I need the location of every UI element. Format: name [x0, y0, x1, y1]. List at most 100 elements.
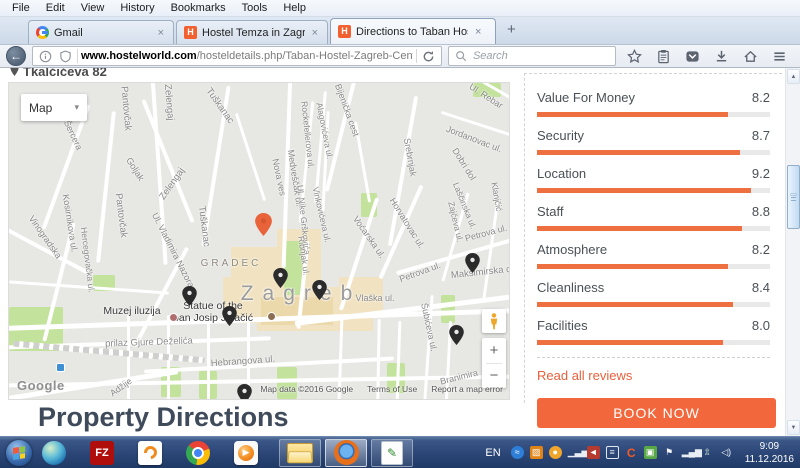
pegman-control[interactable]	[482, 309, 506, 333]
rating-bar-fill	[537, 188, 751, 193]
close-tab-icon[interactable]: ×	[310, 28, 320, 38]
filezilla-app-icon[interactable]: FZ	[87, 439, 117, 467]
rating-bar-track	[537, 188, 770, 193]
tray-warning-icon[interactable]: ▨	[530, 446, 543, 459]
tab-3-active[interactable]: HDirections to Taban Hostel ...×	[330, 18, 496, 44]
rating-header: Staff8.8	[537, 204, 770, 219]
report-map-error-link[interactable]: Report a map error	[431, 384, 503, 394]
explorer-app-icon[interactable]	[279, 439, 321, 467]
scroll-down-arrow[interactable]: ▼	[787, 420, 800, 435]
scrollbar-thumb[interactable]	[787, 165, 800, 229]
place-pin[interactable]	[222, 306, 237, 331]
star-icon[interactable]	[626, 48, 643, 65]
map-pin-icon	[10, 68, 19, 79]
tray-sync-icon[interactable]: ≈	[511, 446, 524, 459]
menu-tools[interactable]: Tools	[234, 1, 276, 15]
rating-value: 8.2	[752, 90, 770, 105]
dashed-divider	[537, 357, 770, 358]
menu-history[interactable]: History	[112, 1, 162, 15]
tray-usb-icon[interactable]: ⇫	[701, 446, 714, 459]
place-pin[interactable]	[449, 325, 464, 350]
menu-help[interactable]: Help	[275, 1, 314, 15]
tray-network-icon[interactable]: ▁▃▅	[568, 446, 581, 459]
tray-green-app-icon[interactable]: ▣	[644, 446, 657, 459]
rating-label: Atmosphere	[537, 242, 607, 257]
download-icon[interactable]	[713, 48, 730, 65]
map-type-control[interactable]: Map▾	[21, 94, 87, 121]
rating-header: Value For Money8.2	[537, 90, 770, 105]
google-logo[interactable]: Google	[17, 378, 65, 393]
place-pin[interactable]	[182, 286, 197, 311]
rating-bar-track	[537, 264, 770, 269]
url-host: www.hostelworld.com	[81, 50, 197, 62]
language-indicator[interactable]: EN	[485, 447, 500, 459]
info-icon[interactable]	[37, 48, 54, 65]
back-button[interactable]: ←	[6, 46, 26, 66]
ratings-list: Value For Money8.2Security8.7Location9.2…	[537, 90, 770, 345]
place-pin[interactable]	[465, 253, 480, 278]
tray-icons: ≈ ▨ ● ▁▃▅ ◄ ≡ C ▣ ⚑ ▂▄▆ ⇫ ◁)	[511, 446, 733, 459]
search-box	[448, 46, 616, 66]
transit-station-icon[interactable]	[56, 363, 65, 372]
url-divider	[77, 49, 78, 63]
tab-1[interactable]: Gmail ×	[28, 20, 174, 44]
google-map[interactable]: GRADECZagrebStatue of the ban Josip Jela…	[8, 82, 510, 400]
clipboard-icon[interactable]	[655, 48, 672, 65]
new-tab-button[interactable]: +	[498, 21, 525, 40]
monument-poi-icon[interactable]	[267, 312, 276, 321]
place-pin[interactable]	[273, 268, 288, 293]
zoom-controls: +−	[482, 338, 506, 388]
place-pin[interactable]	[312, 280, 327, 305]
tab-label: Hostel Temza in Zagreb, Cr...	[202, 27, 305, 39]
property-marker[interactable]	[255, 213, 272, 241]
chrome-app-icon[interactable]	[183, 439, 213, 467]
search-input[interactable]	[473, 50, 610, 62]
menu-edit[interactable]: Edit	[38, 1, 73, 15]
rating-row: Staff8.8	[537, 204, 770, 231]
place-pin[interactable]	[237, 384, 252, 400]
vertical-scrollbar[interactable]: ▲ ▼	[785, 68, 800, 436]
shield-icon[interactable]	[57, 48, 74, 65]
tray-comodo-icon[interactable]: C	[625, 446, 638, 459]
tray-action-center-icon[interactable]: ⚑	[663, 446, 676, 459]
rating-bar-track	[537, 340, 770, 345]
menu-view[interactable]: View	[73, 1, 113, 15]
tray-signal-icon[interactable]: ▂▄▆	[682, 446, 695, 459]
scroll-up-arrow[interactable]: ▲	[787, 69, 800, 84]
tray-orange-app-icon[interactable]: ●	[549, 446, 562, 459]
close-tab-icon[interactable]: ×	[156, 28, 166, 38]
swirl-app-icon[interactable]	[135, 439, 165, 467]
tab-label: Gmail	[54, 27, 151, 39]
tray-volume-icon[interactable]: ◁)	[720, 446, 733, 459]
tray-audio-device-icon[interactable]: ◄	[587, 446, 600, 459]
menu-bar: FileEditViewHistoryBookmarksToolsHelp	[0, 0, 800, 17]
menu-icon[interactable]	[771, 48, 788, 65]
firefox-app-icon[interactable]	[325, 439, 367, 467]
taskbar-apps: FZ ▶ ✎	[39, 439, 417, 467]
rating-row: Atmosphere8.2	[537, 242, 770, 269]
notes-app-icon[interactable]: ✎	[371, 439, 413, 467]
tab-label: Directions to Taban Hostel ...	[356, 26, 468, 38]
tab-2[interactable]: HHostel Temza in Zagreb, Cr...×	[176, 20, 328, 44]
globe-app-icon[interactable]	[39, 439, 69, 467]
close-tab-icon[interactable]: ×	[473, 27, 483, 37]
rating-value: 8.4	[752, 280, 770, 295]
home-icon[interactable]	[742, 48, 759, 65]
reload-icon[interactable]	[420, 48, 437, 65]
museum-poi-icon[interactable]	[169, 313, 178, 322]
pocket-icon[interactable]	[684, 48, 701, 65]
read-all-reviews-link[interactable]: Read all reviews	[537, 368, 770, 383]
taskbar-clock[interactable]: 9:0911.12.2016	[745, 440, 794, 466]
terms-of-use-link[interactable]: Terms of Use	[367, 384, 417, 394]
rating-row: Security8.7	[537, 128, 770, 155]
menu-file[interactable]: File	[4, 1, 38, 15]
zoom-in-button[interactable]: +	[482, 338, 506, 363]
wmp-app-icon[interactable]: ▶	[231, 439, 261, 467]
start-button[interactable]	[6, 440, 32, 466]
rating-value: 8.8	[752, 204, 770, 219]
menu-bookmarks[interactable]: Bookmarks	[163, 1, 234, 15]
url-bar[interactable]: www.hostelworld.com/hosteldetails.php/Ta…	[32, 46, 442, 66]
book-now-button[interactable]: BOOK NOW	[537, 398, 776, 428]
pegman-icon	[489, 313, 499, 330]
tray-clipboard-icon[interactable]: ≡	[606, 446, 619, 459]
